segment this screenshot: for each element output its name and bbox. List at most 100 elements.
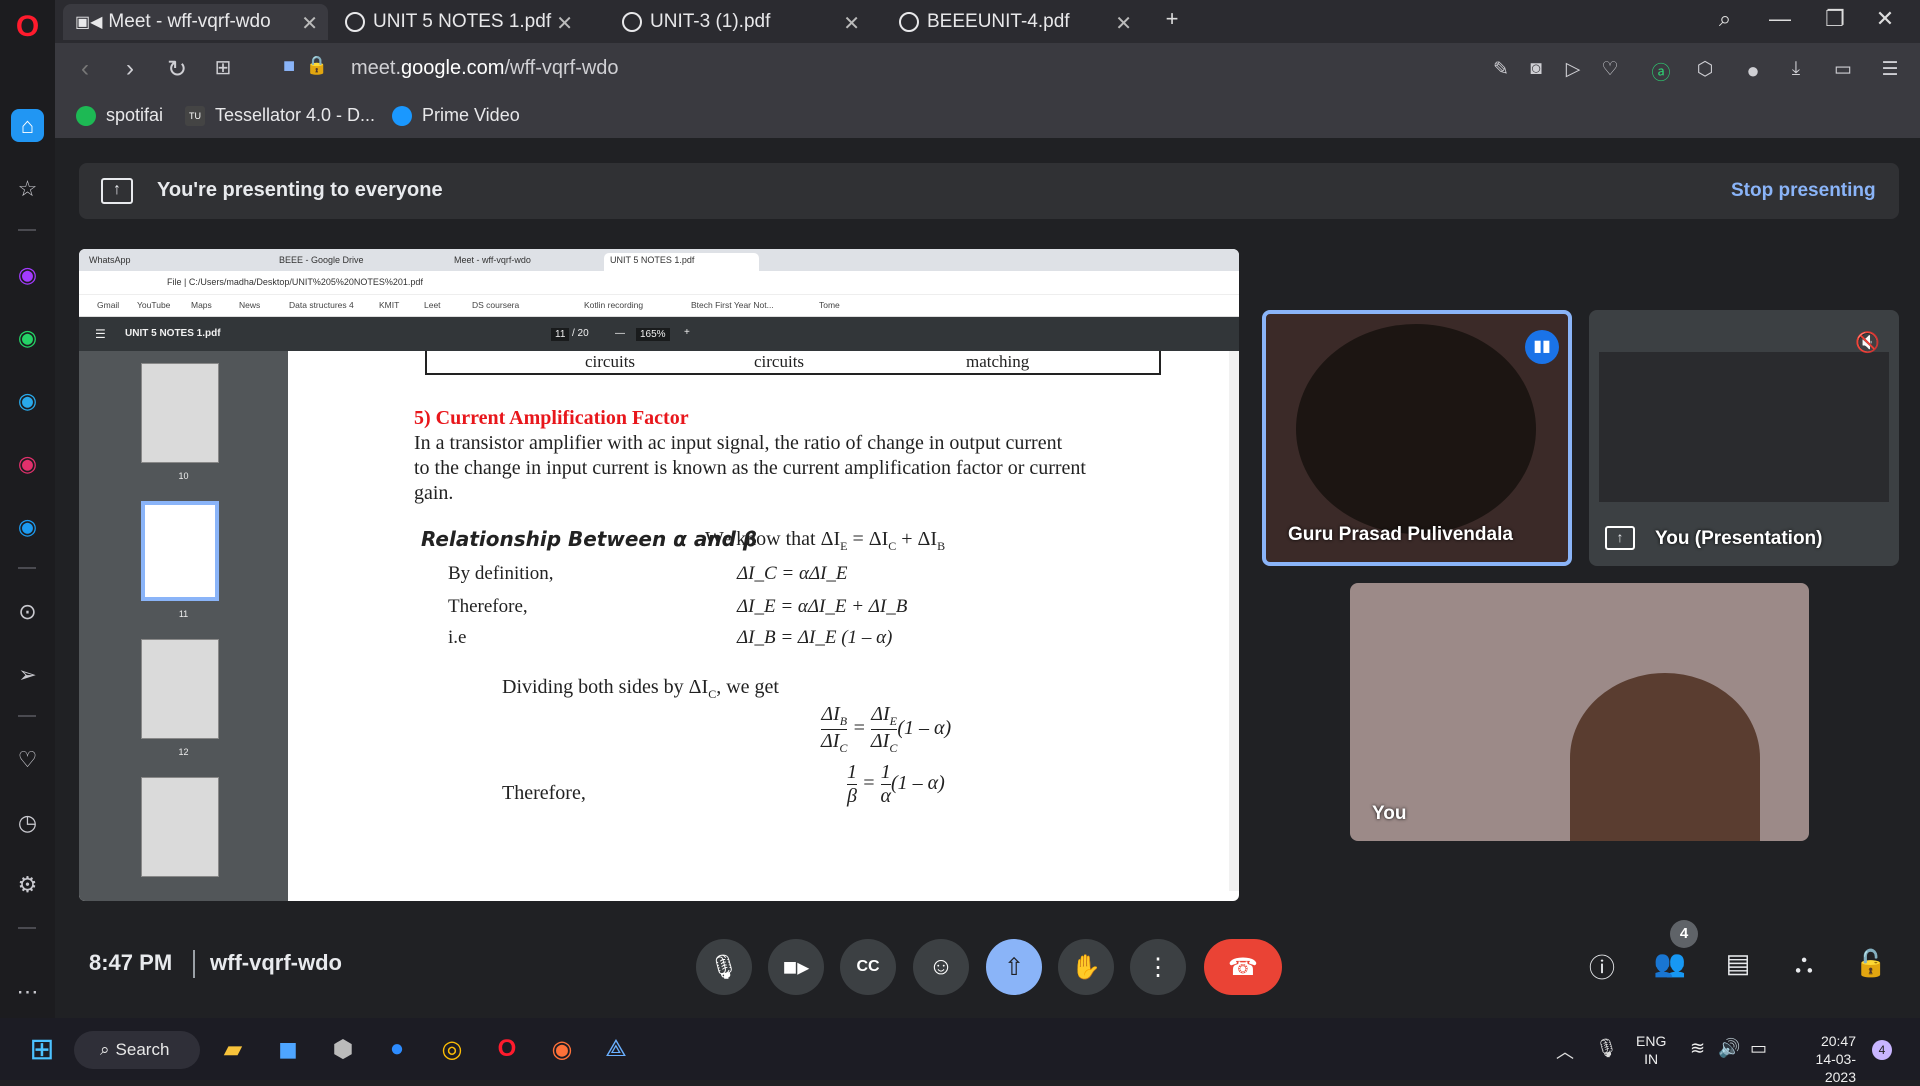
tab-meet[interactable]: ▣◀ Meet - wff-vqrf-wdo ✕	[63, 4, 328, 40]
snapshot-icon[interactable]: ◙	[1523, 58, 1549, 80]
stop-presenting-button[interactable]: Stop presenting	[1731, 180, 1876, 202]
close-icon[interactable]: ✕	[556, 11, 573, 36]
lock-icon[interactable]: 🔒	[301, 55, 333, 76]
zoom-icon[interactable]: ●	[379, 1031, 415, 1067]
people-button[interactable]: 👥	[1652, 948, 1688, 979]
send-icon[interactable]: ➢	[11, 658, 44, 691]
host-controls-button[interactable]: 🔓	[1853, 948, 1889, 979]
beta-eq: 1β = 1 α (1 – α)	[847, 761, 945, 807]
notification-badge[interactable]: 4	[1872, 1040, 1892, 1060]
firefox-icon[interactable]: ◉	[544, 1031, 580, 1067]
chevron-up-icon[interactable]: ︿	[1556, 1038, 1574, 1064]
taskbar-search[interactable]: ⌕ Search	[74, 1031, 200, 1069]
tile-guru[interactable]: ▮▮ Guru Prasad Pulivendala	[1262, 310, 1572, 566]
restore-button[interactable]: ❐	[1815, 6, 1855, 32]
download-icon[interactable]: ⤓	[1783, 58, 1809, 80]
player-icon[interactable]: ⊙	[11, 595, 44, 628]
tabs-grid-icon[interactable]: ⊞	[207, 55, 239, 80]
equation: ΔI_C = αΔI_E	[737, 563, 848, 584]
windows-start-icon[interactable]: ⊞	[24, 1031, 60, 1067]
battery-icon[interactable]: ▭	[1750, 1038, 1767, 1059]
profile-icon[interactable]: ●	[1740, 58, 1766, 84]
bookmark-spotifai[interactable]: spotifai	[76, 105, 163, 126]
therefore-label: Therefore,	[502, 782, 586, 804]
captions-button[interactable]: CC	[840, 939, 896, 995]
url-field[interactable]: meet.google.com/wff-vqrf-wdo	[351, 57, 619, 80]
camera-button[interactable]: ■▸	[768, 939, 824, 995]
reload-icon[interactable]: ↻	[161, 55, 193, 84]
new-tab-button[interactable]: +	[1152, 6, 1192, 32]
meeting-details-button[interactable]: ⓘ	[1584, 948, 1620, 985]
participant-name: You (Presentation)	[1655, 528, 1823, 549]
telegram-icon[interactable]: ◉	[11, 384, 44, 417]
more-icon[interactable]: ⋯	[11, 975, 44, 1008]
minimize-button[interactable]: —	[1760, 6, 1800, 32]
close-icon[interactable]: ✕	[843, 11, 860, 36]
close-icon[interactable]: ✕	[301, 11, 318, 36]
vpn-icon[interactable]: ⟁	[598, 1031, 634, 1067]
star-icon[interactable]: ☆	[11, 172, 44, 205]
reactions-button[interactable]: ☺	[913, 939, 969, 995]
tile-presentation[interactable]: 🔇 ↑ You (Presentation)	[1589, 310, 1899, 566]
participant-name: Guru Prasad Pulivendala	[1288, 524, 1513, 545]
paragraph-line: to the change in input current is known …	[414, 457, 1086, 479]
close-icon[interactable]: ✕	[1115, 11, 1132, 36]
share-icon[interactable]: ✎	[1488, 58, 1514, 81]
pdf-thumbnail	[141, 639, 219, 739]
present-button[interactable]: ⇧	[986, 939, 1042, 995]
bookmark-tessellator[interactable]: TU Tessellator 4.0 - D...	[185, 105, 375, 126]
info-icon: ⓘ	[1588, 953, 1615, 983]
lock-person-icon: 🔓	[1854, 948, 1888, 978]
chrome-icon[interactable]: ◎	[434, 1031, 470, 1067]
history-icon[interactable]: ◷	[11, 806, 44, 839]
leave-call-button[interactable]: ☎	[1204, 939, 1282, 995]
home-icon[interactable]: ⌂	[11, 109, 44, 142]
tile-you[interactable]: You	[1350, 583, 1809, 841]
tab-label: Meet - wff-vqrf-wdo	[108, 11, 271, 32]
forward-icon[interactable]: ›	[114, 55, 146, 83]
tab-unit5[interactable]: UNIT 5 NOTES 1.pdf ✕	[333, 4, 583, 40]
heart-icon[interactable]: ♡	[11, 743, 44, 776]
activities-button[interactable]: ⛬	[1786, 948, 1822, 980]
extension-a-icon[interactable]: ⓐ	[1648, 58, 1674, 85]
opera-logo-icon[interactable]: O	[11, 10, 44, 43]
more-options-button[interactable]: ⋮	[1130, 939, 1186, 995]
messenger-icon[interactable]: ◉	[11, 258, 44, 291]
mic-button[interactable]: 🎙	[696, 939, 752, 995]
microphone-icon: 🎙	[1595, 1038, 1618, 1058]
paragraph-line: gain.	[414, 482, 454, 504]
twitter-icon[interactable]: ◉	[11, 510, 44, 543]
file-explorer-icon[interactable]: ▰	[215, 1031, 251, 1067]
language-indicator[interactable]: ENG IN	[1636, 1032, 1666, 1068]
bookmark-heart-icon[interactable]: ♡	[1597, 58, 1623, 81]
back-icon[interactable]: ‹	[69, 55, 101, 83]
taskbar-clock[interactable]: 20:47 14-03-2023	[1788, 1032, 1856, 1086]
volume-icon[interactable]: 🔊	[1718, 1038, 1740, 1059]
instagram-icon[interactable]: ◉	[11, 447, 44, 480]
tab-unit3[interactable]: UNIT-3 (1).pdf ✕	[610, 4, 870, 40]
whatsapp-icon[interactable]: ◉	[11, 321, 44, 354]
present-screen-icon: ⇧	[1003, 953, 1025, 981]
send-to-icon[interactable]: ▷	[1560, 58, 1586, 81]
emoji-icon: ☺	[928, 953, 954, 980]
we-know-line: We know that ΔIE = ΔIC + ΔIB	[705, 528, 946, 553]
raise-hand-button[interactable]: ✋	[1058, 939, 1114, 995]
easy-setup-icon[interactable]: ☰	[1877, 58, 1903, 81]
participant-name: You	[1372, 803, 1407, 824]
app-icon[interactable]: ⬢	[325, 1031, 361, 1067]
table-cell: circuits	[754, 352, 805, 371]
tab-beee4[interactable]: BEEEUNIT-4.pdf ✕	[887, 4, 1142, 40]
shared-bookmark: KMIT	[379, 300, 400, 310]
bookmark-prime[interactable]: Prime Video	[392, 105, 520, 126]
store-icon[interactable]: ◼	[270, 1031, 306, 1067]
search-icon[interactable]: ⌕	[1705, 6, 1745, 32]
close-window-button[interactable]: ✕	[1865, 6, 1905, 32]
battery-saver-icon[interactable]: ▭	[1830, 58, 1856, 81]
shared-bookmark: Leet	[424, 300, 441, 310]
wifi-icon[interactable]: ≋	[1690, 1038, 1705, 1059]
extensions-icon[interactable]: ⬡	[1692, 58, 1718, 81]
opera-icon[interactable]: O	[489, 1031, 525, 1067]
chat-button[interactable]: ▤	[1720, 948, 1756, 979]
settings-icon[interactable]: ⚙	[11, 868, 44, 901]
video-camera-icon: ■▸	[782, 953, 810, 981]
